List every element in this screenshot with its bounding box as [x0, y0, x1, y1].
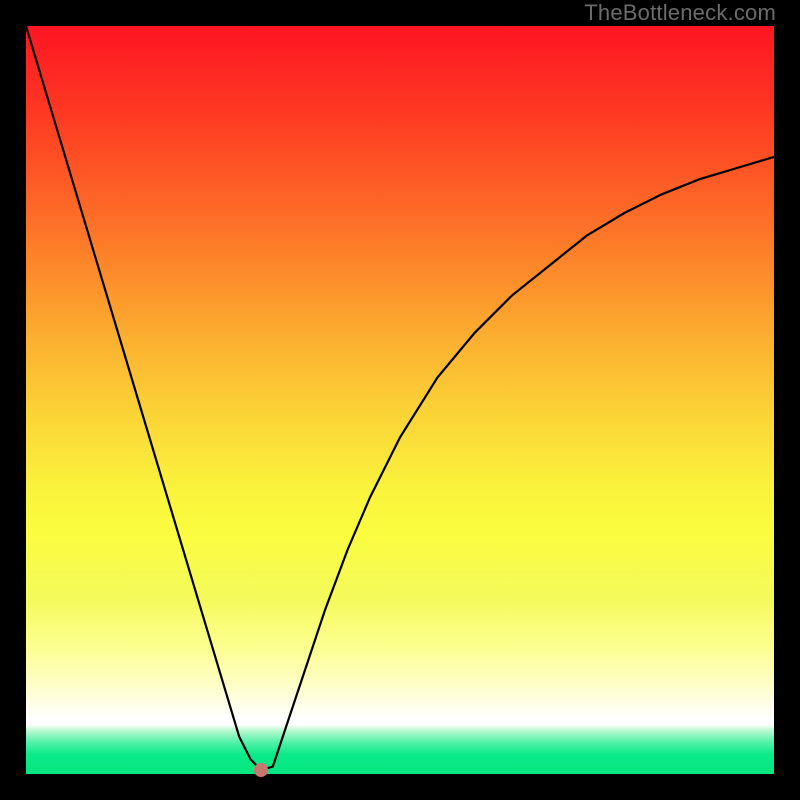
chart-frame: TheBottleneck.com	[0, 0, 800, 800]
plot-area	[26, 26, 774, 774]
bottleneck-curve-path	[26, 26, 774, 770]
optimal-point-marker	[254, 763, 268, 777]
bottleneck-curve-svg	[26, 26, 774, 774]
watermark-text: TheBottleneck.com	[584, 0, 776, 26]
